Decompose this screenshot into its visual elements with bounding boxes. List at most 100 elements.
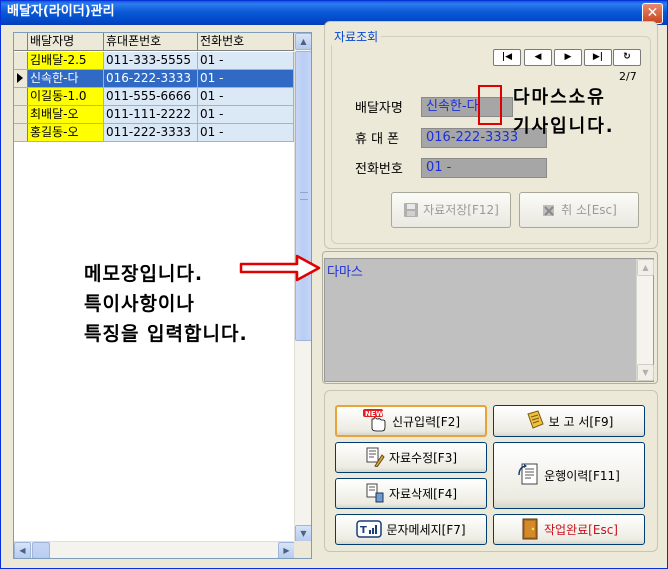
cell-mobile[interactable]: 011-333-5555 xyxy=(104,52,198,69)
column-header-phone[interactable]: 전화번호 xyxy=(198,33,294,51)
save-button[interactable]: 자료저장[F12] xyxy=(391,192,511,228)
delete-button[interactable]: 자료삭제[F4] xyxy=(335,478,487,509)
last-record-icon: ▶| xyxy=(592,52,604,62)
exit-door-icon xyxy=(522,518,538,539)
phone-label: 전화번호 xyxy=(355,162,403,177)
cell-mobile[interactable]: 016-222-3333 xyxy=(104,70,198,87)
edit-button[interactable]: 자료수정[F3] xyxy=(335,442,487,473)
cell-name[interactable]: 신속한-다 xyxy=(28,70,104,87)
memo-scrollbar[interactable]: ▲ ▼ xyxy=(636,259,654,381)
scroll-down-icon[interactable]: ▼ xyxy=(295,525,311,542)
cell-phone[interactable]: 01 - xyxy=(198,124,294,141)
save-label: 자료저장[F12] xyxy=(423,203,499,217)
grid-header: 배달자명 휴대폰번호 전화번호 xyxy=(14,33,294,51)
cell-name[interactable]: 김배달-2.5 xyxy=(28,52,104,69)
memo-scroll-up-icon[interactable]: ▲ xyxy=(637,259,654,276)
cancel-label: 취 소[Esc] xyxy=(561,203,617,217)
refresh-button[interactable]: ↻ xyxy=(613,49,641,66)
table-row-selected[interactable]: 신속한-다 016-222-3333 01 - xyxy=(14,70,294,88)
cell-phone[interactable]: 01 - xyxy=(198,106,294,123)
grid-horizontal-scrollbar[interactable]: ◀ ▶ xyxy=(14,541,295,558)
new-hand-icon: NEW xyxy=(362,409,386,432)
table-row[interactable]: 김배달-2.5 011-333-5555 01 - xyxy=(14,52,294,70)
new-badge-text: NEW xyxy=(365,410,384,418)
row-indicator[interactable] xyxy=(14,124,28,141)
cell-phone[interactable]: 01 - xyxy=(198,70,294,87)
prev-record-icon: ◀ xyxy=(534,52,542,62)
cell-name[interactable]: 이길동-1.0 xyxy=(28,88,104,105)
record-counter: 2/7 xyxy=(619,70,637,83)
scroll-thumb[interactable] xyxy=(295,51,311,341)
report-label: 보 고 서[F9] xyxy=(548,414,614,429)
new-entry-button[interactable]: NEW 신규입력[F2] xyxy=(335,405,487,437)
row-indicator[interactable] xyxy=(14,70,28,87)
annotation-rider-line1: 다마스소유 xyxy=(513,87,606,108)
cell-mobile[interactable]: 011-111-2222 xyxy=(104,106,198,123)
table-row[interactable]: 이길동-1.0 011-555-6666 01 - xyxy=(14,88,294,106)
cell-mobile[interactable]: 011-555-6666 xyxy=(104,88,198,105)
cell-mobile[interactable]: 011-222-3333 xyxy=(104,124,198,141)
annotation-rider-line2: 기사입니다. xyxy=(513,116,615,137)
last-record-button[interactable]: ▶| xyxy=(584,49,612,66)
sms-label: 문자메세지[F7] xyxy=(386,523,466,537)
report-button[interactable]: 보 고 서[F9] xyxy=(493,405,645,437)
svg-text:T: T xyxy=(360,525,367,536)
cancel-button[interactable]: 취 소[Esc] xyxy=(519,192,639,228)
name-label: 배달자명 xyxy=(355,101,403,116)
table-row[interactable]: 최배달-오 011-111-2222 01 - xyxy=(14,106,294,124)
column-header-name[interactable]: 배달자명 xyxy=(28,33,104,51)
phone-field[interactable]: 01 - xyxy=(421,158,547,178)
annotation-highlight-box xyxy=(478,85,502,125)
cell-phone[interactable]: 01 - xyxy=(198,52,294,69)
history-document-icon xyxy=(518,463,538,484)
row-indicator[interactable] xyxy=(14,52,28,69)
grip-icon xyxy=(300,192,308,200)
new-entry-label: 신규입력[F2] xyxy=(391,414,461,429)
first-record-icon: |◀ xyxy=(501,52,513,62)
memo-textarea[interactable]: 다마스 ▲ ▼ xyxy=(324,258,654,382)
cell-name[interactable]: 최배달-오 xyxy=(28,106,104,123)
cell-phone[interactable]: 01 - xyxy=(198,88,294,105)
cell-name[interactable]: 홍길동-오 xyxy=(28,124,104,141)
row-indicator[interactable] xyxy=(14,88,28,105)
edit-label: 자료수정[F3] xyxy=(388,451,458,465)
annotation-memo-line2: 특이사항이나 xyxy=(84,293,195,315)
rider-management-window: 배달자(라이더)관리 ✕ 배달자명 휴대폰번호 전화번호 김배달-2.5 011… xyxy=(0,0,668,569)
history-label: 운행이력[F11] xyxy=(544,469,620,483)
delete-label: 자료삭제[F4] xyxy=(388,487,458,501)
done-button[interactable]: 작업완료[Esc] xyxy=(493,514,645,545)
done-label: 작업완료[Esc] xyxy=(544,523,618,537)
first-record-button[interactable]: |◀ xyxy=(493,49,521,66)
annotation-arrow-icon xyxy=(239,254,321,282)
next-record-button[interactable]: ▶ xyxy=(554,49,582,66)
delete-document-icon xyxy=(366,483,384,502)
annotation-memo-line1: 메모장입니다. xyxy=(84,263,204,285)
edit-document-icon xyxy=(366,447,385,467)
scroll-right-icon[interactable]: ▶ xyxy=(278,542,295,558)
grid-vertical-scrollbar[interactable]: ▲ ▼ xyxy=(294,33,311,542)
current-row-arrow-icon xyxy=(17,73,23,83)
report-icon xyxy=(527,410,544,429)
lookup-legend: 자료조회 xyxy=(331,28,382,45)
memo-text: 다마스 xyxy=(327,265,363,280)
prev-record-button[interactable]: ◀ xyxy=(524,49,552,66)
floppy-disk-icon xyxy=(404,202,419,217)
refresh-icon: ↻ xyxy=(623,52,631,62)
cancel-icon xyxy=(543,204,555,216)
column-header-mobile[interactable]: 휴대폰번호 xyxy=(104,33,198,51)
scroll-up-icon[interactable]: ▲ xyxy=(295,33,311,50)
memo-scroll-down-icon[interactable]: ▼ xyxy=(637,364,654,381)
phone-signal-icon: T xyxy=(356,519,383,538)
next-record-icon: ▶ xyxy=(564,52,572,62)
mobile-label: 휴 대 폰 xyxy=(355,132,400,147)
horizontal-scroll-thumb[interactable] xyxy=(32,542,50,558)
table-row[interactable]: 홍길동-오 011-222-3333 01 - xyxy=(14,124,294,142)
scroll-left-icon[interactable]: ◀ xyxy=(14,542,31,558)
window-title: 배달자(라이더)관리 xyxy=(7,4,115,19)
history-button[interactable]: 운행이력[F11] xyxy=(493,442,645,509)
row-indicator-header xyxy=(14,33,28,51)
row-indicator[interactable] xyxy=(14,106,28,123)
sms-button[interactable]: T 문자메세지[F7] xyxy=(335,514,487,545)
annotation-memo-line3: 특징을 입력합니다. xyxy=(84,323,248,345)
scroll-corner xyxy=(294,541,311,558)
